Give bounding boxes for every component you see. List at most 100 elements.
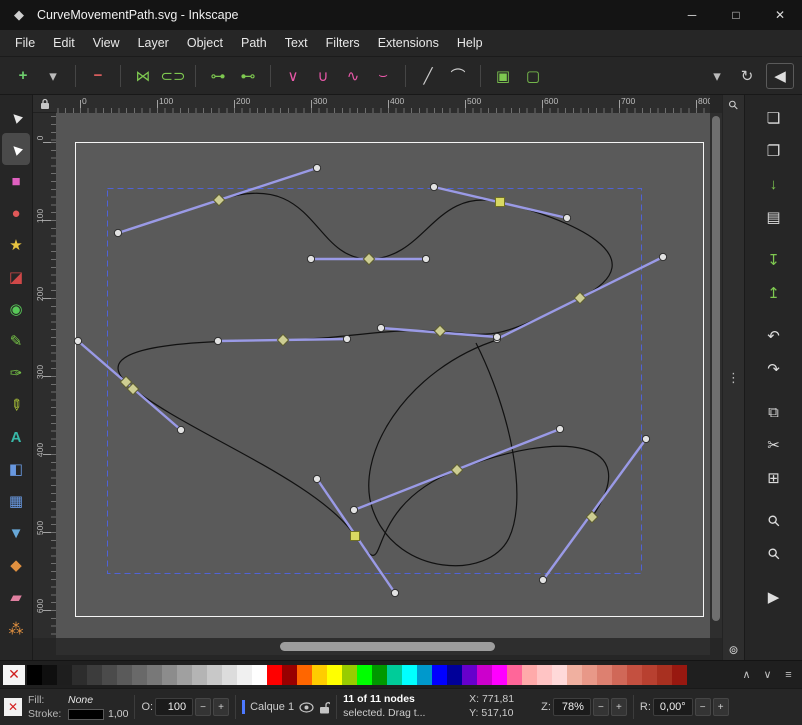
node-symmetric-icon[interactable]: ∿	[338, 62, 368, 90]
handle-endpoint[interactable]	[539, 576, 546, 583]
segment-curve-icon[interactable]: ⌒	[443, 62, 473, 90]
opacity-input[interactable]: 100	[155, 698, 193, 716]
vertical-ruler[interactable]: 0100200300400500600	[33, 113, 56, 638]
palette-swatch[interactable]	[492, 665, 507, 685]
handle-endpoint[interactable]	[177, 426, 184, 433]
menu-path[interactable]: Path	[232, 32, 276, 54]
handle-endpoint[interactable]	[214, 337, 221, 344]
redo-icon[interactable]: ↷	[759, 356, 789, 382]
mesh-tool[interactable]: ▦	[2, 485, 30, 517]
eraser-tool[interactable]: ▰	[2, 581, 30, 613]
palette-swatch[interactable]	[117, 665, 132, 685]
palette-swatch[interactable]	[327, 665, 342, 685]
palette-swatch[interactable]	[237, 665, 252, 685]
vertical-scrollbar[interactable]	[710, 113, 722, 638]
handle-endpoint[interactable]	[307, 255, 314, 262]
zoom-input[interactable]: 78%	[553, 698, 591, 716]
handle-endpoint[interactable]	[422, 255, 429, 262]
export-image-icon[interactable]: ↥	[759, 280, 789, 306]
menu-help[interactable]: Help	[448, 32, 492, 54]
star-tool[interactable]: ★	[2, 229, 30, 261]
break-nodes-icon[interactable]: ⊂⊃	[158, 62, 188, 90]
close-button[interactable]: ✕	[758, 0, 802, 30]
open-dialogs-icon[interactable]: ▶	[759, 584, 789, 610]
palette-scroll-down-icon[interactable]: ∨	[757, 665, 778, 685]
zoom-minus-button[interactable]: −	[593, 698, 609, 716]
palette-swatch[interactable]	[372, 665, 387, 685]
path-node-square[interactable]	[351, 532, 360, 541]
fill-value[interactable]: None	[68, 694, 93, 706]
palette-swatch[interactable]	[177, 665, 192, 685]
palette-swatch[interactable]	[267, 665, 282, 685]
palette-swatch[interactable]	[27, 665, 42, 685]
palette-swatch[interactable]	[447, 665, 462, 685]
ellipse-tool[interactable]: ●	[2, 197, 30, 229]
box3d-tool[interactable]: ◪	[2, 261, 30, 293]
dropper-tool[interactable]: ▼	[2, 517, 30, 549]
cut-icon[interactable]: ✂	[759, 432, 789, 458]
palette-swatch[interactable]	[72, 665, 87, 685]
palette-swatch[interactable]	[552, 665, 567, 685]
join-nodes-icon[interactable]: ⋈	[128, 62, 158, 90]
rectangle-tool[interactable]: ■	[2, 165, 30, 197]
menu-text[interactable]: Text	[276, 32, 317, 54]
palette-swatch[interactable]	[402, 665, 417, 685]
palette-swatch[interactable]	[432, 665, 447, 685]
canvas[interactable]	[56, 113, 710, 638]
stroke-color-swatch[interactable]	[68, 709, 104, 720]
panel-grip-icon[interactable]: ⋮	[727, 370, 740, 386]
palette-swatch[interactable]	[132, 665, 147, 685]
paste-icon[interactable]: ⊞	[759, 465, 789, 491]
palette-swatch[interactable]	[207, 665, 222, 685]
path-node-square[interactable]	[496, 198, 505, 207]
handle-endpoint[interactable]	[313, 475, 320, 482]
bucket-tool[interactable]: ◆	[2, 549, 30, 581]
palette-swatch[interactable]	[627, 665, 642, 685]
opacity-minus-button[interactable]: −	[195, 698, 211, 716]
palette-none-swatch[interactable]: ✕	[3, 665, 25, 685]
handle-endpoint[interactable]	[556, 425, 563, 432]
insert-node-menu-icon[interactable]: ▾	[38, 62, 68, 90]
palette-swatch[interactable]	[192, 665, 207, 685]
print-document-icon[interactable]: ▤	[759, 204, 789, 230]
delete-node-icon[interactable]: −	[83, 62, 113, 90]
handle-endpoint[interactable]	[430, 183, 437, 190]
palette-swatch[interactable]	[282, 665, 297, 685]
palette-swatch[interactable]	[597, 665, 612, 685]
spiral-tool[interactable]: ◉	[2, 293, 30, 325]
segment-line-icon[interactable]: ╱	[413, 62, 443, 90]
handle-endpoint[interactable]	[642, 435, 649, 442]
undo-icon[interactable]: ↶	[759, 323, 789, 349]
palette-swatch[interactable]	[507, 665, 522, 685]
horizontal-ruler[interactable]: 0100200300400500600700800	[56, 95, 710, 113]
zoom-corner-icon[interactable]: ⚲	[723, 95, 743, 115]
spray-tool[interactable]: ⁂	[2, 613, 30, 645]
menu-filters[interactable]: Filters	[317, 32, 369, 54]
palette-swatch[interactable]	[102, 665, 117, 685]
menu-edit[interactable]: Edit	[44, 32, 84, 54]
handle-endpoint[interactable]	[563, 214, 570, 221]
show-handles-icon[interactable]: ↻	[732, 62, 762, 90]
delete-segment-icon[interactable]: ⊷	[233, 62, 263, 90]
layer-name[interactable]: Calque 1	[250, 701, 294, 713]
palette-swatch[interactable]	[567, 665, 582, 685]
palette-swatch[interactable]	[537, 665, 552, 685]
layer-visibility-eye-icon[interactable]	[299, 702, 314, 713]
zoom-page-icon[interactable]: ⚲	[754, 534, 794, 574]
palette-swatch[interactable]	[387, 665, 402, 685]
menu-object[interactable]: Object	[178, 32, 232, 54]
minimize-button[interactable]: ─	[670, 0, 714, 30]
text-tool[interactable]: A	[2, 421, 30, 453]
palette-swatch[interactable]	[222, 665, 237, 685]
handle-endpoint[interactable]	[391, 589, 398, 596]
handle-endpoint[interactable]	[313, 164, 320, 171]
palette-swatch[interactable]	[357, 665, 372, 685]
ruler-corner[interactable]	[33, 95, 56, 113]
object-to-path-icon[interactable]: ▣	[488, 62, 518, 90]
collapse-toolbar-icon[interactable]: ◀	[766, 63, 794, 89]
palette-swatch[interactable]	[657, 665, 672, 685]
color-managed-icon[interactable]: ⊚	[728, 640, 738, 660]
coords-menu-icon[interactable]: ▾	[702, 62, 732, 90]
join-with-segment-icon[interactable]: ⊶	[203, 62, 233, 90]
palette-swatch[interactable]	[252, 665, 267, 685]
